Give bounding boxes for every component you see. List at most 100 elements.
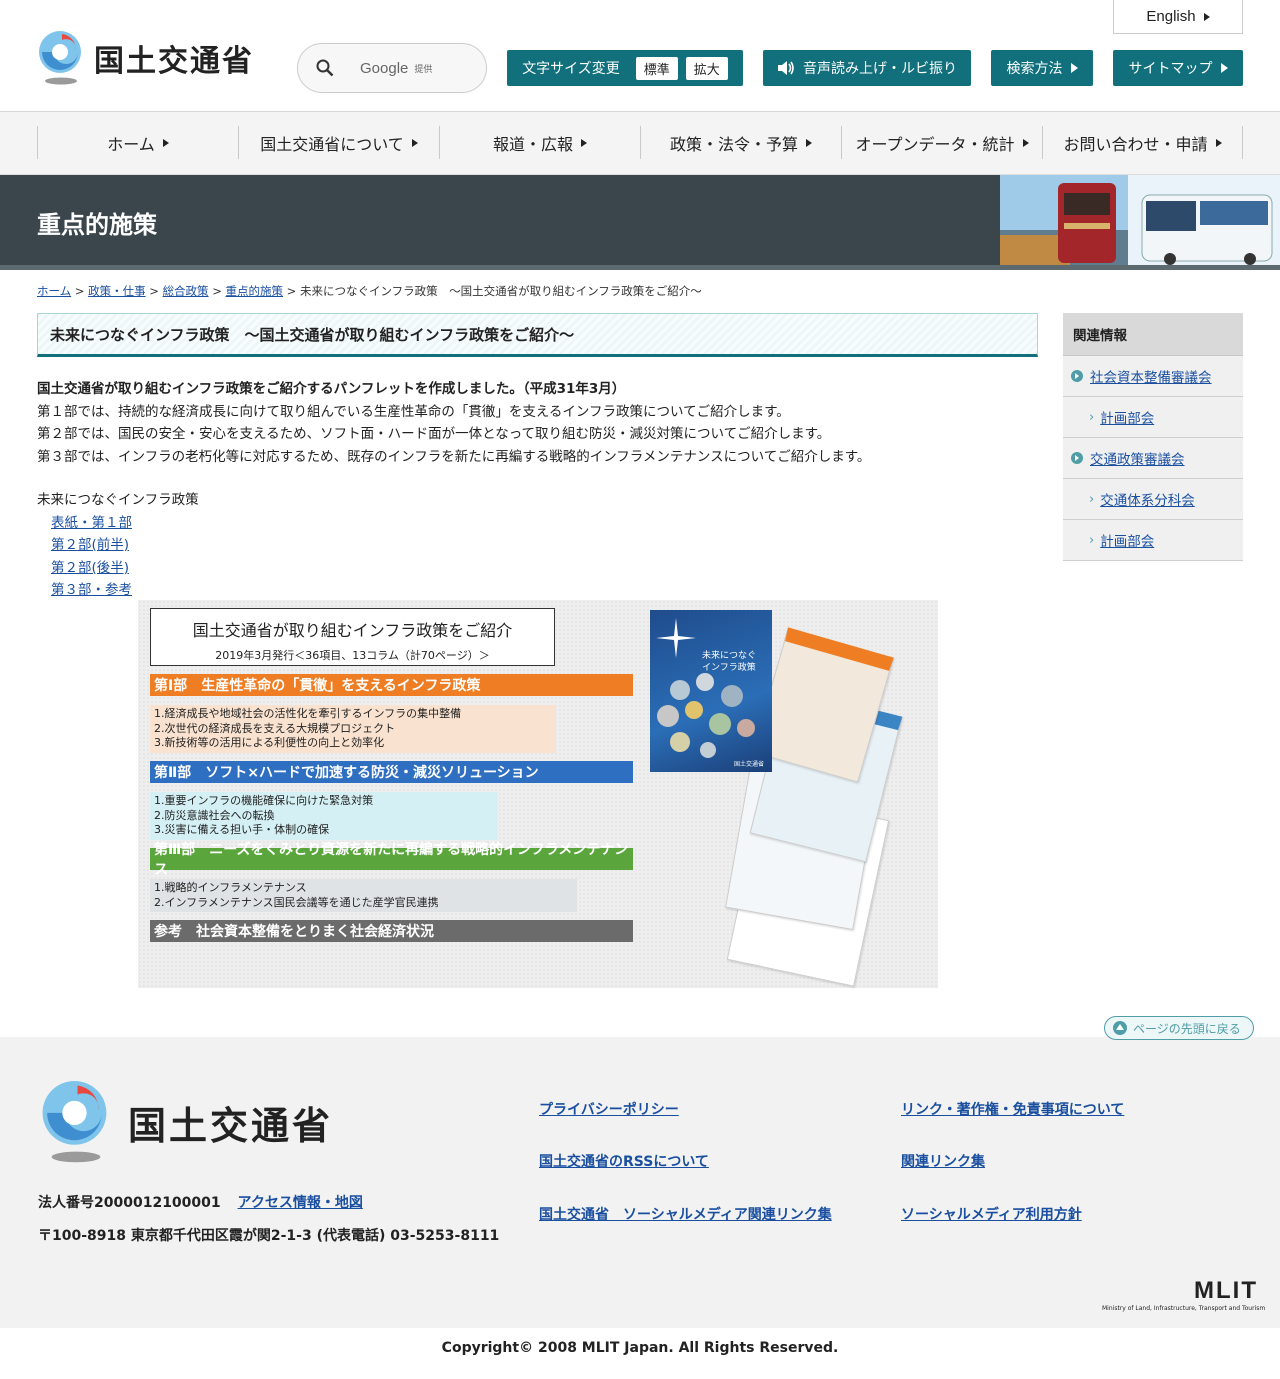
site-search[interactable]: Google 提供 bbox=[297, 43, 487, 93]
related-info-sidebar: 関連情報 社会資本整備審議会 › 計画部会 交通政策審議会 › 交通体系分科会 … bbox=[1063, 313, 1243, 561]
nav-item-opendata[interactable]: オープンデータ・統計 bbox=[841, 126, 1042, 159]
google-label: Google bbox=[360, 59, 409, 77]
footer-address: 〒100-8918 東京都千代田区霞が関2-1-3 (代表電話) 03-5253… bbox=[38, 1228, 500, 1244]
figure-item: 2.防災意識社会への転換 bbox=[154, 808, 275, 822]
nav-label: オープンデータ・統計 bbox=[855, 134, 1015, 154]
pamphlet-link-part2b[interactable]: 第２部(後半) bbox=[51, 557, 199, 580]
circle-arrow-icon bbox=[1071, 370, 1083, 382]
side-link[interactable]: 交通体系分科会 bbox=[1100, 489, 1195, 509]
global-nav: ホーム 国土交通省について 報道・広報 政策・法令・予算 オープンデータ・統計 … bbox=[0, 112, 1280, 175]
site-logo[interactable]: 国土交通省 bbox=[36, 30, 254, 86]
speaker-icon bbox=[778, 61, 794, 75]
breadcrumb-priority-measures[interactable]: 重点的施策 bbox=[226, 284, 284, 298]
footer-link-related[interactable]: 関連リンク集 bbox=[901, 1151, 985, 1171]
site-header: 国土交通省 Google 提供 English 文字サイズ変更 標準 拡大 音声… bbox=[0, 0, 1280, 112]
side-item-planning-subcommittee[interactable]: › 計画部会 bbox=[1063, 397, 1243, 438]
back-to-top-label: ページの先頭に戻る bbox=[1133, 1021, 1241, 1036]
footer-logo[interactable]: 国土交通省 bbox=[38, 1079, 333, 1165]
mlit-mark-text: MLIT bbox=[1194, 1277, 1258, 1304]
nav-label: 国土交通省について bbox=[260, 134, 404, 154]
brochure-cover: 未来につなぐ インフラ政策 国土交通省 bbox=[650, 610, 772, 772]
breadcrumb-general-policy[interactable]: 総合政策 bbox=[163, 284, 209, 298]
pamphlet-link-part1[interactable]: 表紙・第１部 bbox=[51, 512, 199, 535]
pamphlet-link-part2a[interactable]: 第２部(前半) bbox=[51, 534, 199, 557]
section-title: 重点的施策 bbox=[37, 211, 157, 239]
train-bus-image bbox=[1000, 175, 1280, 267]
lead-line: 第２部では、国民の安全・安心を支えるため、ソフト面・ハード面が一体となって取り組… bbox=[37, 426, 831, 442]
font-size-large-button[interactable]: 拡大 bbox=[685, 56, 728, 80]
voice-ruby-button[interactable]: 音声読み上げ・ルビ振り bbox=[763, 50, 971, 86]
mlit-mark-subtitle: Ministry of Land, Infrastructure, Transp… bbox=[1102, 1305, 1266, 1312]
side-item-infrastructure-council[interactable]: 社会資本整備審議会 bbox=[1063, 356, 1243, 397]
english-link[interactable]: English bbox=[1113, 0, 1243, 34]
breadcrumb-policy-work[interactable]: 政策・仕事 bbox=[88, 284, 146, 298]
nav-item-contact[interactable]: お問い合わせ・申請 bbox=[1042, 126, 1243, 159]
pamphlet-link-part3[interactable]: 第３部・参考 bbox=[51, 579, 199, 602]
nav-item-policy[interactable]: 政策・法令・予算 bbox=[640, 126, 841, 159]
search-icon[interactable] bbox=[316, 59, 334, 77]
corporate-number: 法人番号2000012100001 アクセス情報・地図 bbox=[38, 1192, 363, 1212]
arrow-right-icon bbox=[806, 138, 812, 147]
cover-photo-circles bbox=[657, 673, 755, 758]
side-item-planning-subcommittee-2[interactable]: › 計画部会 bbox=[1063, 520, 1243, 561]
nav-label: 政策・法令・予算 bbox=[669, 134, 798, 154]
side-item-transport-system-subcommittee[interactable]: › 交通体系分科会 bbox=[1063, 479, 1243, 520]
lead-line: 第３部では、インフラの老朽化等に対応するため、既存のインフラを新たに再編する戦略… bbox=[37, 448, 871, 465]
footer-link-social-policy[interactable]: ソーシャルメディア利用方針 bbox=[901, 1204, 1082, 1224]
figure-part1-items: 1.経済成長や地域社会の活性化を牽引するインフラの集中整備 2.次世代の経済成長… bbox=[150, 705, 556, 753]
footer-logo-text: 国土交通省 bbox=[128, 1103, 334, 1148]
figure-item: 1.経済成長や地域社会の活性化を牽引するインフラの集中整備 bbox=[154, 707, 462, 720]
band-stripe bbox=[0, 265, 1280, 270]
arrow-right-icon bbox=[1203, 12, 1210, 21]
figure-part2-bar: 第Ⅱ部 ソフト×ハードで加速する防災・減災ソリューション bbox=[150, 761, 633, 783]
figure-item: 3.災害に備える担い手・体制の確保 bbox=[154, 823, 330, 836]
pamphlet-title: 未来につなぐインフラ政策 bbox=[37, 492, 199, 508]
figure-item: 1.重要インフラの機能確保に向けた緊急対策 bbox=[154, 794, 374, 807]
figure-reference-bar: 参考 社会資本整備をとりまく社会経済状況 bbox=[150, 920, 633, 942]
nav-item-press[interactable]: 報道・広報 bbox=[439, 126, 640, 159]
side-link[interactable]: 計画部会 bbox=[1100, 407, 1154, 427]
english-label: English bbox=[1146, 8, 1196, 25]
arrow-right-icon bbox=[581, 138, 587, 147]
chevron-right-icon: › bbox=[1089, 409, 1095, 425]
arrow-right-icon bbox=[1070, 63, 1078, 73]
breadcrumb-home[interactable]: ホーム bbox=[37, 284, 71, 298]
figure-part2-items: 1.重要インフラの機能確保に向けた緊急対策 2.防災意識社会への転換 3.災害に… bbox=[150, 792, 498, 840]
side-link[interactable]: 計画部会 bbox=[1100, 530, 1154, 550]
figure-title: 国土交通省が取り組むインフラ政策をご紹介 bbox=[192, 621, 513, 640]
train-bus-photo bbox=[1000, 175, 1280, 267]
mlit-mark: MLIT Ministry of Land, Infrastructure, T… bbox=[1102, 1277, 1266, 1312]
copyright: Copyright© 2008 MLIT Japan. All Rights R… bbox=[441, 1340, 839, 1356]
arrow-right-icon bbox=[411, 138, 418, 147]
nav-item-about[interactable]: 国土交通省について bbox=[238, 126, 439, 159]
pamphlet-overview-image: 国土交通省が取り組むインフラ政策をご紹介 2019年3月発行＜36項目、13コラ… bbox=[138, 600, 938, 988]
related-info-heading: 関連情報 bbox=[1063, 313, 1243, 356]
arrow-up-icon bbox=[1113, 1021, 1127, 1035]
corp-number-text: 法人番号2000012100001 bbox=[38, 1195, 221, 1211]
mlit-logo-icon bbox=[39, 31, 81, 85]
chevron-right-icon: › bbox=[1089, 532, 1095, 548]
nav-item-home[interactable]: ホーム bbox=[37, 126, 238, 159]
footer-link-rss[interactable]: 国土交通省のRSSについて bbox=[539, 1151, 709, 1171]
footer-link-copyright[interactable]: リンク・著作権・免責事項について bbox=[901, 1099, 1124, 1119]
search-method-button[interactable]: 検索方法 bbox=[991, 50, 1093, 86]
sitemap-label: サイトマップ bbox=[1128, 61, 1213, 77]
arrow-right-icon bbox=[1220, 63, 1228, 73]
voice-ruby-label: 音声読み上げ・ルビ振り bbox=[803, 61, 957, 77]
site-logo-text: 国土交通省 bbox=[94, 44, 254, 79]
side-link[interactable]: 交通政策審議会 bbox=[1090, 448, 1185, 468]
side-item-transport-council[interactable]: 交通政策審議会 bbox=[1063, 438, 1243, 479]
google-suffix: 提供 bbox=[414, 64, 433, 75]
footer-link-privacy[interactable]: プライバシーポリシー bbox=[539, 1099, 679, 1119]
nav-label: お問い合わせ・申請 bbox=[1063, 134, 1208, 154]
back-to-top-button[interactable]: ページの先頭に戻る bbox=[1104, 1016, 1254, 1040]
breadcrumb: ホーム > 政策・仕事 > 総合政策 > 重点的施策 > 未来につなぐインフラ政… bbox=[37, 284, 702, 298]
side-link[interactable]: 社会資本整備審議会 bbox=[1090, 366, 1212, 386]
access-map-link[interactable]: アクセス情報・地図 bbox=[238, 1195, 363, 1211]
footer-link-social-links[interactable]: 国土交通省 ソーシャルメディア関連リンク集 bbox=[539, 1204, 832, 1224]
sitemap-button[interactable]: サイトマップ bbox=[1113, 50, 1243, 86]
font-size-standard-button[interactable]: 標準 bbox=[635, 56, 678, 80]
page-title: 未来につなぐインフラ政策 ～国土交通省が取り組むインフラ政策をご紹介～ bbox=[37, 313, 1038, 357]
lead-text: 国土交通省が取り組むインフラ政策をご紹介するパンフレットを作成しました。（平成3… bbox=[37, 378, 1037, 468]
lead-bold: 国土交通省が取り組むインフラ政策をご紹介するパンフレットを作成しました。（平成3… bbox=[37, 381, 626, 397]
